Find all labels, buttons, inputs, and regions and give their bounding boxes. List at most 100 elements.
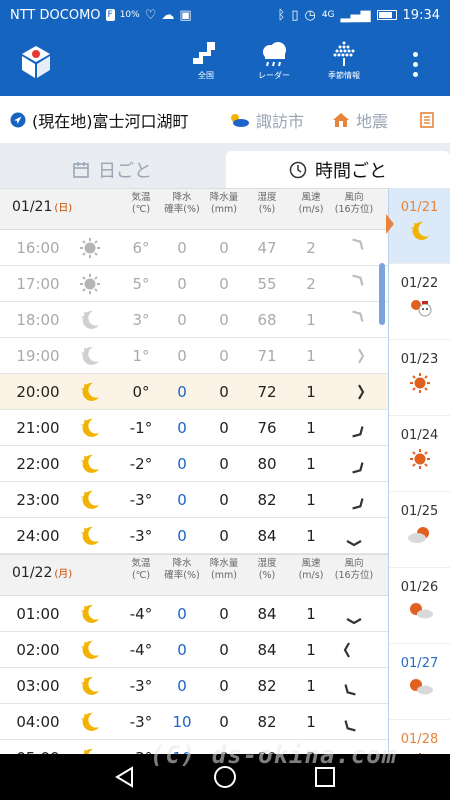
day-selector-item[interactable]: 01/23 <box>389 340 450 416</box>
column-header-dir: 風向 (16方位) <box>334 558 374 581</box>
precip-probability-value: 0 <box>177 311 187 329</box>
location-tab-current[interactable]: (現在地)富士河口湖町 <box>10 96 189 143</box>
wind-direction-icon <box>334 266 374 302</box>
hour-time: 24:00 <box>16 527 60 545</box>
overflow-menu-icon[interactable] <box>400 44 430 84</box>
wind-speed-value: 1 <box>306 605 316 623</box>
moon-icon <box>74 740 106 754</box>
precip-amount-value: 0 <box>219 491 229 509</box>
precip-probability-value: 0 <box>177 605 187 623</box>
hour-time: 19:00 <box>16 347 60 365</box>
sun-icon <box>74 230 106 266</box>
tab-hourly[interactable]: 時間ごと <box>226 151 450 188</box>
humidity-value: 82 <box>257 491 277 509</box>
moon-icon <box>74 302 106 338</box>
table-scrollbar[interactable] <box>379 263 385 325</box>
precip-probability-value: 10 <box>172 713 192 731</box>
hour-time: 16:00 <box>16 239 60 257</box>
location-tab-suwa[interactable]: 諏訪市 <box>228 96 304 143</box>
mode-tabs: 日ごと 時間ごと <box>0 143 450 188</box>
precip-probability-value: 0 <box>177 347 187 365</box>
column-header-wind: 風速 (m/s) <box>298 192 324 215</box>
day-header: 01/21 (日) 気温 (℃) 降水 確率(%) 降水量 (mm) 湿度 (%) 風速 (… <box>0 188 388 230</box>
location-tabs: (現在地)富士河口湖町 諏訪市 地震 <box>0 96 450 143</box>
humidity-value: 55 <box>257 275 277 293</box>
signal-icon: ▂▄▆ <box>340 7 371 23</box>
wind-direction-icon <box>334 704 374 740</box>
sun-snow-icon <box>389 295 450 323</box>
precip-probability-value: 0 <box>177 527 187 545</box>
location-tab-earthquake[interactable]: 地震 <box>332 96 388 143</box>
moon-icon <box>74 704 106 740</box>
weekday-text: (月) <box>54 569 73 580</box>
sun-icon <box>74 266 106 302</box>
tab-daily[interactable]: 日ごと <box>0 151 224 188</box>
app-logo-icon[interactable] <box>20 44 52 80</box>
location-arrow-icon <box>10 112 26 127</box>
hour-time: 05:00 <box>8 740 68 754</box>
sun-cloud-icon <box>389 675 450 703</box>
nationwide-button[interactable]: 全国 <box>178 38 234 90</box>
humidity-value: 47 <box>257 239 277 257</box>
humidity-value: 80 <box>257 455 277 473</box>
column-header-dir: 風向 (16方位) <box>334 192 374 215</box>
precip-amount-value: 0 <box>219 311 229 329</box>
precip-amount-value: 0 <box>219 455 229 473</box>
wind-direction-icon <box>334 410 374 446</box>
day-selector-item[interactable]: 01/28 <box>389 720 450 754</box>
app-header: 全国 レーダー 季節情報 <box>0 30 450 96</box>
column-header-prob: 降水 確率(%) <box>164 192 200 215</box>
hour-time: 03:00 <box>16 677 60 695</box>
precip-amount-value: 0 <box>219 347 229 365</box>
day-selector-item[interactable]: 01/24 <box>389 416 450 492</box>
watermark-text: (C) ds-okina.com <box>150 741 398 769</box>
day-selector-item[interactable]: 01/27 <box>389 644 450 720</box>
precip-amount-value: 0 <box>219 641 229 659</box>
moon-icon <box>74 668 106 704</box>
hour-time: 01:00 <box>16 605 60 623</box>
precip-amount-value: 0 <box>219 239 229 257</box>
status-bar: NTT DOCOMO F 10% ♡ ☁ ▣ ᛒ ▯ ◷ 4G ▂▄▆ 19:3… <box>0 0 450 30</box>
clock-icon <box>289 161 307 178</box>
carrier-label: NTT DOCOMO <box>10 7 101 23</box>
season-info-button[interactable]: 季節情報 <box>316 38 372 90</box>
hour-time: 04:00 <box>16 713 60 731</box>
humidity-value: 68 <box>257 311 277 329</box>
heart-icon: ♡ <box>144 7 157 23</box>
wind-speed-value: 1 <box>306 383 316 401</box>
humidity-value: 84 <box>257 641 277 659</box>
wind-direction-icon <box>334 596 374 632</box>
wind-direction-icon <box>334 482 374 518</box>
day-selector-date: 01/26 <box>400 580 439 595</box>
hour-time: 20:00 <box>16 383 60 401</box>
app-badge-icon: F <box>105 9 115 21</box>
column-header-prob: 降水 確率(%) <box>164 558 200 581</box>
cloud-sun-icon <box>389 523 450 551</box>
day-selector-item[interactable]: 01/22 <box>389 264 450 340</box>
precip-amount-value: 0 <box>219 713 229 731</box>
temperature-value: -3° <box>129 677 153 695</box>
nationwide-label: 全国 <box>198 71 214 80</box>
temperature-value: -3° <box>129 713 153 731</box>
wind-speed-value: 2 <box>306 275 316 293</box>
wind-speed-value: 1 <box>306 527 316 545</box>
day-selector-date: 01/24 <box>400 428 439 443</box>
precip-amount-value: 0 <box>219 383 229 401</box>
day-selector-date: 01/27 <box>400 656 439 671</box>
wind-direction-icon <box>334 632 374 668</box>
clock-time: 19:34 <box>402 7 440 23</box>
wind-direction-icon <box>334 374 374 410</box>
location-tab-list[interactable] <box>420 96 434 143</box>
day-selector-item[interactable]: 01/21 <box>389 188 450 264</box>
moon-icon <box>74 446 106 482</box>
column-header-humidity: 湿度 (%) <box>257 192 277 215</box>
day-selector-item[interactable]: 01/25 <box>389 492 450 568</box>
back-icon[interactable] <box>112 764 138 790</box>
radar-button[interactable]: レーダー <box>246 38 302 90</box>
wind-speed-value: 1 <box>306 713 316 731</box>
alarm-icon: ◷ <box>304 7 316 23</box>
hourly-forecast-table[interactable]: 01/21 (日) 気温 (℃) 降水 確率(%) 降水量 (mm) 湿度 (%) 風速 (… <box>0 188 388 754</box>
hour-row: 21:00 -1° 0 0 76 1 <box>0 410 388 446</box>
hour-row: 04:00 -3° 10 0 82 1 <box>0 704 388 740</box>
day-selector-item[interactable]: 01/26 <box>389 568 450 644</box>
